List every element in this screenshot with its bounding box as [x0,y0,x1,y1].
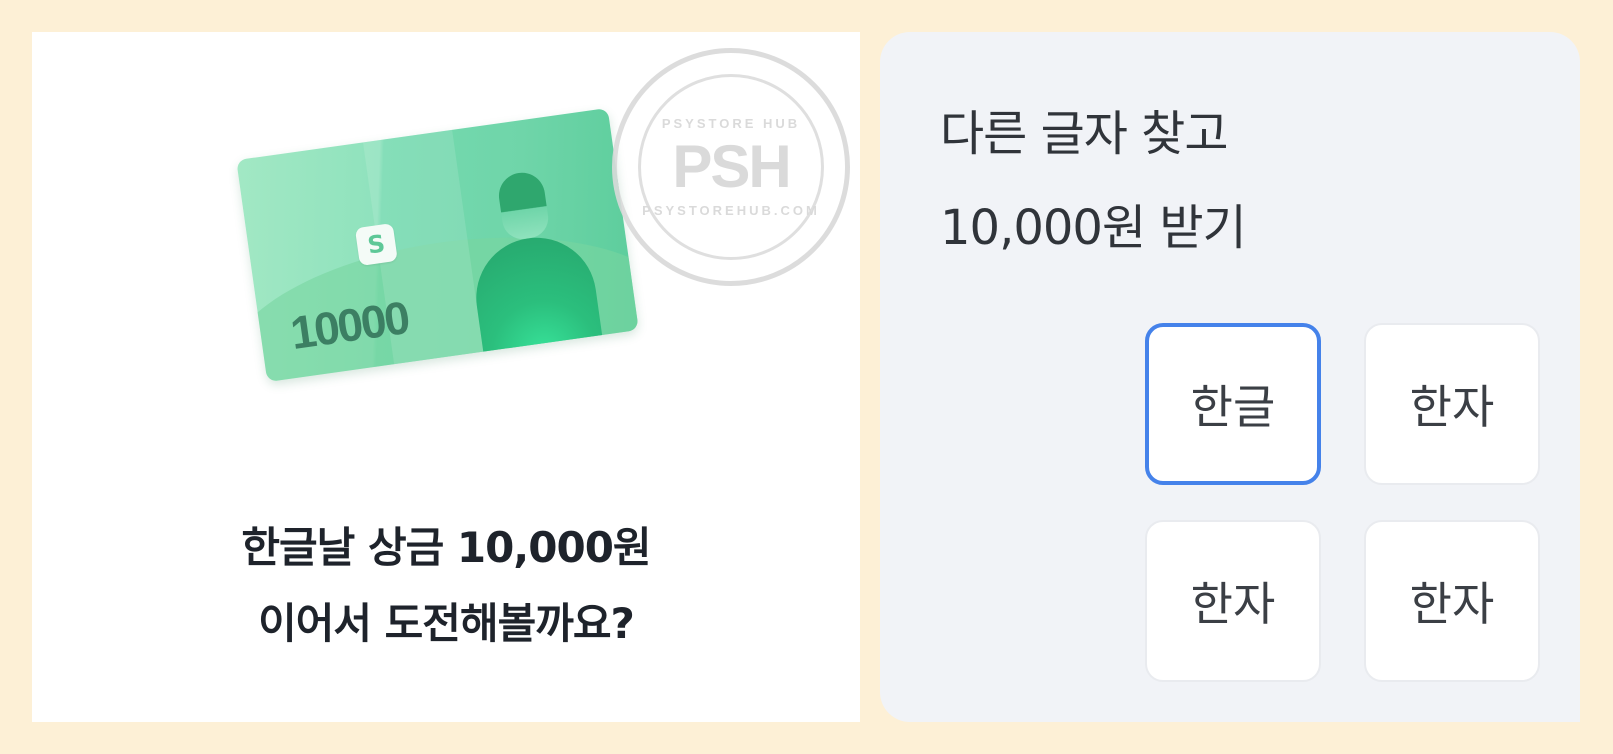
choice-button-3[interactable]: 한자 [1145,520,1321,682]
watermark-mark: PSH [672,133,791,200]
quiz-title-line-1: 다른 글자 찾고 [940,106,1228,162]
quiz-panel: 다른 글자 찾고 10,000원 받기 한글 한자 한자 한자 [880,32,1580,722]
choice-button-1[interactable]: 한글 [1145,323,1321,485]
headline-line-1: 한글날 상금 10,000원 [241,523,651,572]
watermark-stamp: PSYSTORE HUB PSH PSYSTOREHUB.COM [612,48,850,286]
choice-button-2[interactable]: 한자 [1364,323,1540,485]
choice-button-4[interactable]: 한자 [1364,520,1540,682]
gift-card: S 10000 [236,107,639,383]
watermark-stamp-inner: PSYSTORE HUB PSH PSYSTOREHUB.COM [638,74,824,260]
quiz-title-line-2: 10,000원 받기 [940,200,1247,256]
person-illustration-head [495,169,551,242]
watermark-top-text: PSYSTORE HUB [661,116,801,131]
headline-line-2: 이어서 도전해볼까요? [258,599,635,648]
toss-logo-icon: S [354,223,398,266]
gift-card-body: S 10000 [236,107,639,383]
watermark-bottom-text: PSYSTOREHUB.COM [642,203,820,218]
